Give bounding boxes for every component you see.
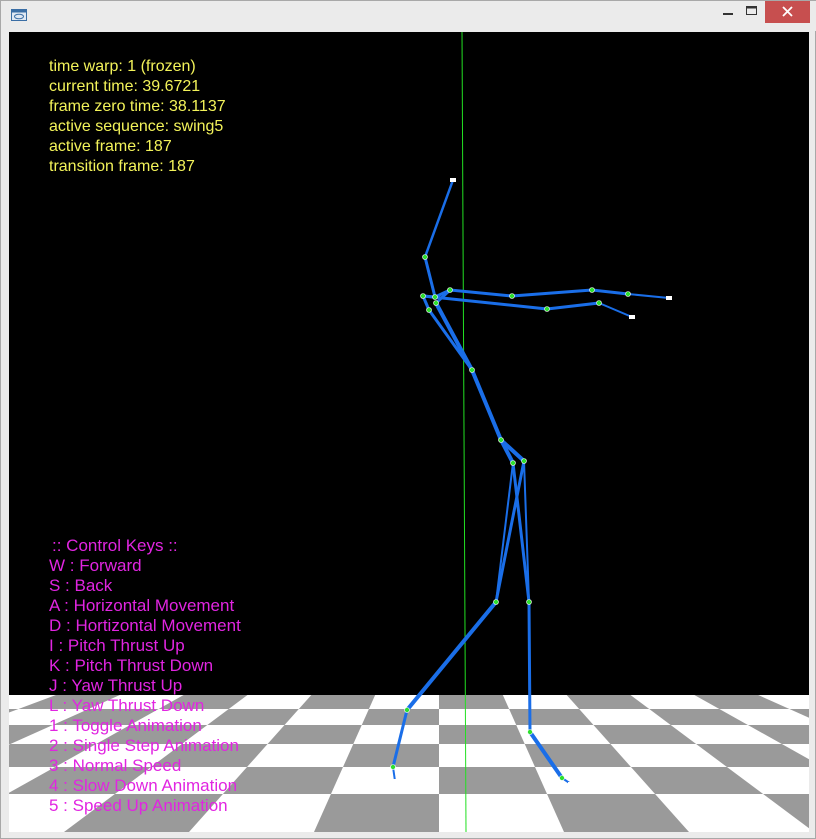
floor-tile [353,725,439,744]
skeleton-joint [521,458,527,464]
maximize-button[interactable] [738,1,768,23]
skeleton-joint [625,291,631,297]
end-effector-marker [666,296,672,300]
control-key-item: K : Pitch Thrust Down [49,656,214,675]
transition-frame-text: transition frame: 187 [49,158,195,175]
control-keys-header: :: Control Keys :: [52,536,178,555]
skeleton-joint [447,287,453,293]
application-window: time warp: 1 (frozen) current time: 39.6… [0,0,816,839]
skeleton-bone [423,255,437,299]
skeleton-joint [559,775,565,781]
end-effector-marker [629,315,635,319]
skeleton-joint [526,599,532,605]
status-readout: time warp: 1 (frozen) current time: 39.6… [49,57,226,177]
skeleton-joint [422,254,428,260]
control-key-item: 5 : Speed Up Animation [49,796,228,815]
control-keys-legend: :: Control Keys :: W : Forward S : Back … [49,536,241,816]
skeleton-bone [627,293,670,299]
skeleton-joint [433,300,439,306]
skeleton-joint [404,707,410,713]
control-key-item: 2 : Single Step Animation [49,736,239,755]
floor-tile [368,695,439,709]
end-effector-marker [568,782,574,786]
skeleton-bone [470,368,503,442]
skeleton-joint [510,460,516,466]
floor-tile [502,695,580,709]
skeleton-bone [423,178,455,259]
control-key-item: I : Pitch Thrust Up [49,636,185,655]
control-key-item: 4 : Slow Down Animation [49,776,238,795]
skeleton-bone [421,294,549,311]
skeleton-bone [427,308,474,372]
skeleton-figure [390,178,672,786]
floor-tile [330,767,439,794]
skeleton-bone [448,288,514,298]
skeleton-bone [598,302,633,318]
skeleton-bone [510,288,594,298]
floor-tile [284,709,369,725]
skeleton-joint [527,729,533,735]
skeleton-joint [493,599,499,605]
control-key-item: S : Back [49,576,113,595]
control-key-item: 3 : Normal Speed [49,756,182,775]
skeleton-joint [390,764,396,770]
skeleton-joint [469,367,475,373]
close-icon [782,6,793,17]
control-key-item: L : Yaw Thrust Down [49,696,205,715]
skeleton-bone [590,288,630,296]
skeleton-bones [391,178,670,785]
skeleton-joints [390,178,672,786]
current-time-text: current time: 39.6721 [49,78,201,95]
floor-tile [439,709,517,725]
maximize-icon [746,6,757,15]
close-button[interactable] [765,1,810,23]
skeleton-joint [509,293,515,299]
skeleton-joint [544,306,550,312]
end-effector-marker [450,178,456,182]
floor-tile [439,744,535,767]
control-key-item: A : Horizontal Movement [49,596,235,615]
active-sequence-text: active sequence: swing5 [49,118,224,135]
3d-viewport[interactable]: time warp: 1 (frozen) current time: 39.6… [9,32,809,832]
active-frame-text: active frame: 187 [49,138,172,155]
time-warp-text: time warp: 1 (frozen) [49,58,196,75]
skeleton-bone [405,600,498,712]
skeleton-joint [596,300,602,306]
title-bar[interactable] [1,1,816,31]
control-key-item: 1 : Toggle Animation [49,716,202,735]
skeleton-joint [420,293,426,299]
skeleton-joint [589,287,595,293]
skeleton-joint [498,437,504,443]
skeleton-joint [426,307,432,313]
floor-tile [439,794,564,832]
skeleton-bone [527,600,532,734]
control-key-item: D : Hortizontal Movement [49,616,241,635]
app-window-icon [11,9,27,21]
control-key-item: J : Yaw Thrust Up [49,676,183,695]
end-effector-marker [392,779,398,783]
skeleton-bone [545,301,601,311]
frame-zero-time-text: frame zero time: 38.1137 [49,98,226,115]
skeleton-joint [432,294,438,300]
control-key-item: W : Forward [49,556,142,575]
